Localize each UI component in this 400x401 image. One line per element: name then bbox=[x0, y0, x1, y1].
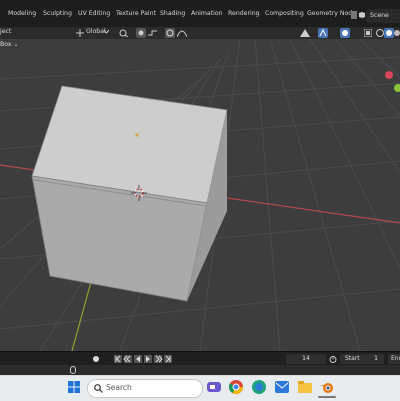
edge-icon[interactable] bbox=[252, 380, 266, 394]
blender-taskbar-icon[interactable] bbox=[320, 380, 334, 394]
3d-viewport[interactable]: Box ⌄ bbox=[0, 39, 400, 351]
playback-controls[interactable] bbox=[114, 355, 174, 363]
tab-compositing[interactable]: Compositing bbox=[261, 6, 308, 22]
file-explorer-icon[interactable] bbox=[298, 381, 312, 393]
tab-animation[interactable]: Animation bbox=[187, 6, 227, 22]
record-icon[interactable] bbox=[92, 355, 100, 363]
tab-shading[interactable]: Shading bbox=[156, 6, 189, 22]
snap-icon[interactable] bbox=[136, 28, 146, 38]
start-frame-field[interactable]: Start 1 bbox=[340, 354, 384, 364]
object-origin bbox=[135, 133, 139, 137]
tab-sculpting[interactable]: Sculpting bbox=[39, 6, 76, 22]
proportional-edit-icon[interactable] bbox=[165, 28, 175, 38]
gizmo-toggle-icon[interactable] bbox=[318, 28, 328, 38]
falloff-icon[interactable] bbox=[177, 29, 187, 37]
chrome-icon[interactable] bbox=[229, 380, 243, 394]
mouse-icon bbox=[70, 366, 76, 374]
tab-modeling[interactable]: Modeling bbox=[4, 6, 40, 22]
snap-target-icon[interactable] bbox=[148, 29, 158, 37]
scene-icon bbox=[359, 12, 365, 18]
search-icon bbox=[94, 384, 103, 393]
taskbar-search[interactable]: Search bbox=[87, 379, 203, 398]
object-menu[interactable]: ject bbox=[0, 28, 11, 35]
pivot-point-icon[interactable] bbox=[119, 29, 129, 37]
gizmo-x-axis[interactable] bbox=[385, 71, 393, 79]
chevron-down-icon bbox=[104, 30, 109, 34]
overlays-icon[interactable] bbox=[340, 28, 350, 38]
active-app-indicator bbox=[318, 396, 336, 398]
end-frame-field[interactable]: End bbox=[388, 354, 400, 364]
timeline-bar: 14 Start 1 End bbox=[0, 351, 400, 366]
windows-start-icon[interactable] bbox=[68, 381, 80, 393]
scene-browse-icon[interactable] bbox=[351, 11, 357, 19]
current-frame-field[interactable]: 14 bbox=[286, 354, 326, 364]
shading-mode-icons[interactable] bbox=[376, 28, 400, 38]
xray-icon[interactable] bbox=[364, 29, 372, 37]
workspace-tabs-bar: Modeling Sculpting UV Editing Texture Pa… bbox=[0, 0, 400, 27]
scene-name-field[interactable]: Scene bbox=[366, 9, 400, 23]
select-box-tool[interactable]: Box ⌄ bbox=[0, 41, 19, 48]
view-object-types-icon[interactable] bbox=[300, 29, 310, 37]
tab-texture-paint[interactable]: Texture Paint bbox=[112, 6, 160, 22]
transform-orientation-icon bbox=[76, 29, 84, 37]
search-placeholder: Search bbox=[106, 383, 132, 392]
default-cube[interactable] bbox=[31, 85, 228, 302]
stopwatch-icon[interactable] bbox=[329, 355, 337, 363]
tab-geometry-nodes[interactable]: Geometry Nod bbox=[303, 6, 356, 22]
status-bar bbox=[0, 365, 400, 375]
viewport-header: ject Global bbox=[0, 27, 400, 39]
tab-rendering[interactable]: Rendering bbox=[224, 6, 264, 22]
mail-icon[interactable] bbox=[275, 381, 289, 393]
video-chat-icon[interactable] bbox=[207, 380, 221, 394]
tab-uv-editing[interactable]: UV Editing bbox=[74, 6, 114, 22]
transform-orientation-dropdown[interactable]: Global bbox=[86, 28, 106, 35]
scene-name: Scene bbox=[370, 12, 389, 19]
